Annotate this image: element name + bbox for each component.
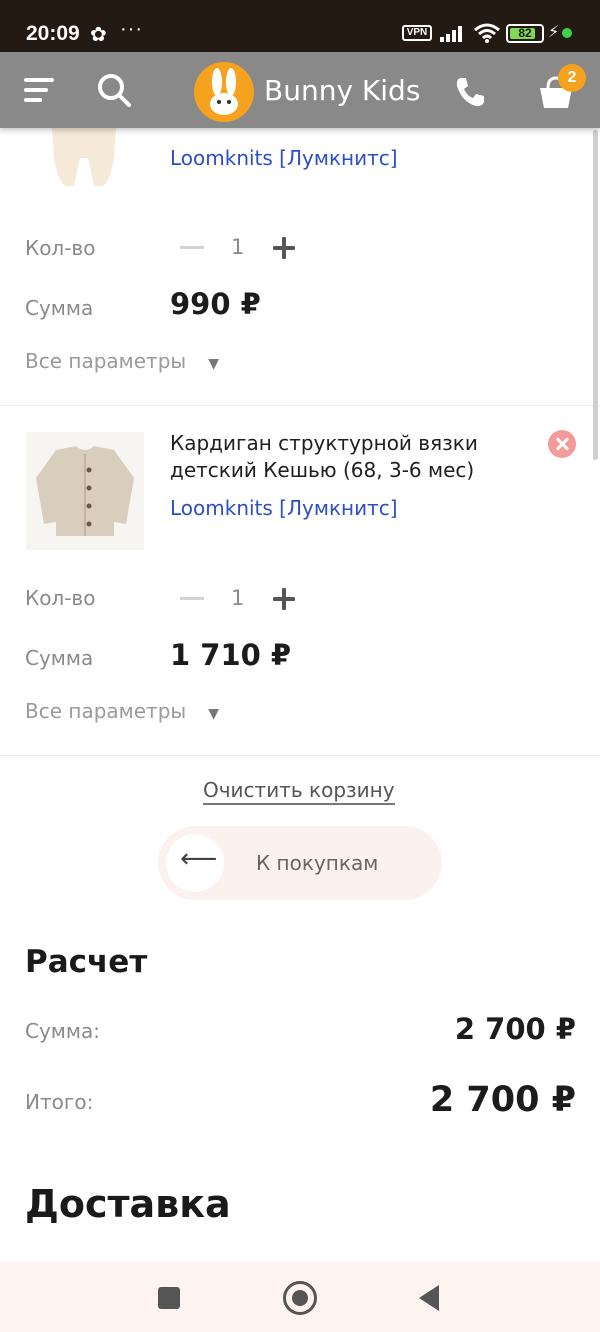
all-params-label: Все параметры	[25, 699, 187, 723]
sum-label: Сумма	[25, 646, 94, 670]
wifi-icon	[474, 23, 500, 43]
qty-decrease-button[interactable]	[180, 597, 204, 600]
divider	[0, 405, 600, 406]
back-to-shopping-label: К покупкам	[256, 851, 379, 875]
calc-sum-value: 2 700 ₽	[454, 1012, 576, 1046]
item-sum-value: 990 ₽	[170, 287, 261, 321]
scrollbar[interactable]	[593, 130, 598, 460]
qty-label: Кол-во	[25, 586, 96, 610]
divider	[0, 755, 600, 756]
qty-value[interactable]: 1	[231, 235, 244, 259]
clear-cart-link[interactable]: Очистить корзину	[203, 778, 395, 805]
product-title[interactable]: Кардиган структурной вязки детский Кешью…	[170, 430, 510, 484]
back-to-shopping-button[interactable]: ⟵ К покупкам	[158, 826, 442, 900]
arrow-left-icon: ⟵	[180, 843, 218, 873]
remove-icon[interactable]	[548, 430, 576, 458]
brand-name[interactable]: Bunny Kids	[264, 74, 420, 107]
all-params-toggle[interactable]: Все параметры ▼	[25, 699, 219, 723]
qty-decrease-button[interactable]	[180, 246, 204, 249]
search-icon[interactable]	[96, 72, 132, 108]
hamburger-menu-icon[interactable]	[24, 76, 54, 104]
calc-total-value: 2 700 ₽	[429, 1080, 576, 1120]
battery-percent: 82	[518, 26, 532, 40]
sum-label: Сумма	[25, 296, 94, 320]
recents-icon[interactable]	[158, 1287, 180, 1309]
item-sum-value: 1 710 ₽	[170, 638, 292, 672]
app-header: Bunny Kids 2	[0, 52, 600, 128]
privacy-indicator-icon	[562, 28, 572, 38]
qty-increase-button[interactable]	[273, 237, 295, 259]
calc-sum-label: Сумма:	[25, 1019, 100, 1043]
product-image-romper[interactable]	[44, 128, 124, 188]
status-bar: 20:09 ✿ ··· VPN 82 ⚡	[0, 0, 600, 52]
product-brand-link[interactable]: Loomknits [Лумкнитс]	[170, 146, 398, 170]
qty-value[interactable]: 1	[231, 586, 244, 610]
more-notifications-icon: ···	[120, 18, 143, 40]
chevron-down-icon: ▼	[208, 706, 219, 722]
calc-title: Расчет	[25, 944, 148, 980]
qty-label: Кол-во	[25, 236, 96, 260]
back-icon[interactable]	[419, 1285, 439, 1311]
phone-icon[interactable]	[452, 74, 488, 110]
status-time: 20:09	[26, 22, 80, 45]
calc-total-label: Итого:	[25, 1090, 94, 1114]
product-image-cardigan[interactable]	[26, 432, 144, 550]
delivery-title: Доставка	[25, 1182, 231, 1226]
qty-increase-button[interactable]	[273, 588, 295, 610]
charging-icon: ⚡	[548, 24, 560, 41]
notification-icon: ✿	[90, 24, 107, 46]
cart-count-badge: 2	[558, 64, 586, 92]
all-params-label: Все параметры	[25, 349, 187, 373]
vpn-icon: VPN	[402, 25, 432, 41]
bunny-logo-icon[interactable]	[194, 62, 254, 122]
chevron-down-icon: ▼	[208, 356, 219, 372]
product-brand-link[interactable]: Loomknits [Лумкнитс]	[170, 496, 398, 520]
battery-icon: 82	[506, 24, 544, 43]
system-nav-bar	[0, 1262, 600, 1332]
all-params-toggle[interactable]: Все параметры ▼	[25, 349, 219, 373]
home-icon[interactable]	[283, 1281, 317, 1315]
signal-icon	[440, 26, 462, 42]
